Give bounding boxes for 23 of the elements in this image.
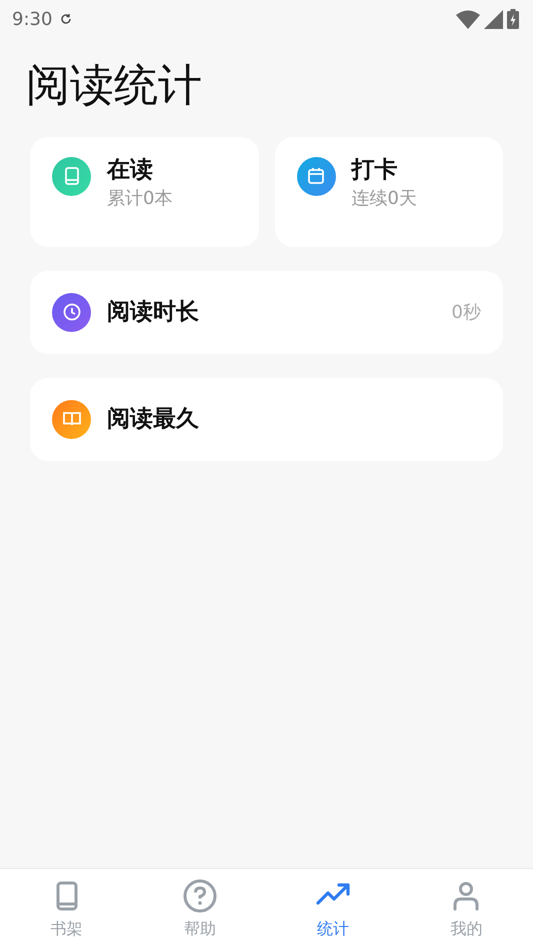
card-subtitle: 累计0本 [107,188,172,210]
help-icon [182,879,217,913]
stat-card[interactable]: 打卡 连续0天 [274,136,503,247]
card-subtitle: 连续0天 [352,188,417,210]
stat-row[interactable]: 阅读时长 0秒 [30,270,503,354]
sync-icon [60,13,72,25]
stat-row[interactable]: 阅读最久 [30,378,503,461]
row-value: 0秒 [452,300,481,325]
open-book-icon [52,400,91,439]
page-title: 阅读统计 [26,60,203,113]
calendar-icon [296,156,336,196]
signal-icon [484,10,503,28]
tab[interactable]: 统计 [266,869,400,948]
row-title: 阅读最久 [107,406,200,434]
wifi-icon [456,10,480,28]
card-title: 打卡 [352,156,398,184]
battery-icon [507,9,519,29]
stat-card[interactable]: 在读 累计0本 [30,136,258,247]
card-title: 在读 [107,156,154,184]
status-time: 9:30 [12,8,52,32]
clock-icon [52,292,91,332]
row-title: 阅读时长 [107,298,200,326]
book-icon [52,156,91,196]
